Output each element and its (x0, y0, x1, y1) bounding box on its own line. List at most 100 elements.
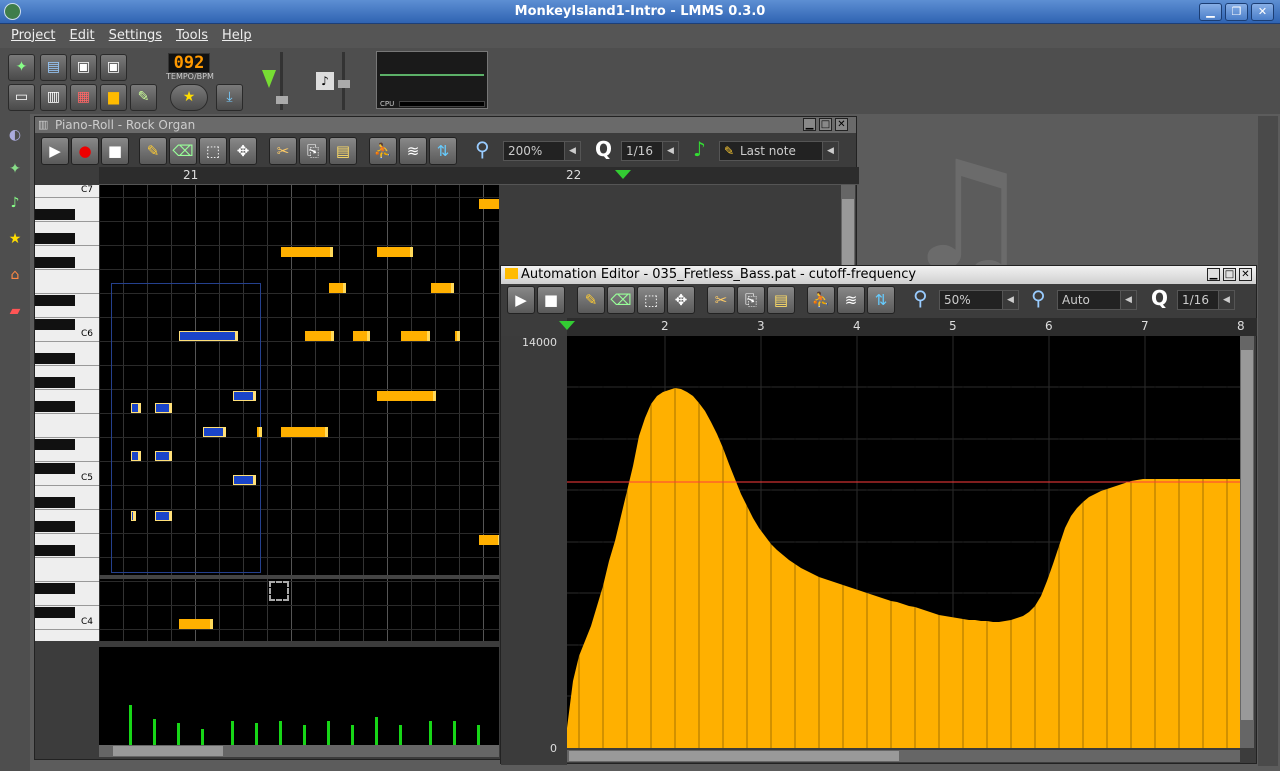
metronome-button[interactable]: ★ (170, 84, 208, 111)
pr-fill-icon[interactable]: ≋ (399, 137, 427, 165)
pr-move-icon[interactable]: ✥ (229, 137, 257, 165)
pr-paste-icon[interactable]: ▤ (329, 137, 357, 165)
note[interactable] (377, 391, 436, 401)
note[interactable] (431, 283, 454, 293)
master-pitch-slider[interactable] (338, 52, 350, 110)
note[interactable] (401, 331, 430, 341)
note[interactable] (479, 199, 499, 209)
new-project-button[interactable]: ✦ (8, 54, 35, 81)
side-instruments-icon[interactable]: ◐ (4, 124, 26, 146)
note[interactable] (257, 427, 262, 437)
position-marker-icon[interactable] (615, 170, 631, 179)
export-button[interactable]: ⤓ (216, 84, 243, 111)
note[interactable] (377, 247, 413, 257)
master-volume-slider[interactable] (276, 52, 288, 110)
open-project-button[interactable]: ▤ (40, 54, 67, 81)
menu-edit[interactable]: Edit (64, 24, 99, 48)
note[interactable] (281, 247, 333, 257)
menu-help[interactable]: Help (217, 24, 257, 48)
pr-play-start-icon[interactable]: ⛹ (369, 137, 397, 165)
save-as-button[interactable]: ▣ (100, 54, 127, 81)
selected-note[interactable] (233, 475, 256, 485)
ae-pencil-icon[interactable]: ✎ (577, 286, 605, 314)
ae-move-icon[interactable]: ✥ (667, 286, 695, 314)
pr-stop-button[interactable]: ■ (101, 137, 129, 165)
note[interactable] (329, 283, 346, 293)
selected-note[interactable] (233, 391, 256, 401)
selected-note[interactable] (203, 427, 226, 437)
song-editor-button[interactable]: ▭ (8, 84, 35, 111)
pr-arrange-icon[interactable]: ⇅ (429, 137, 457, 165)
project-notes-button[interactable]: ▆ (100, 84, 127, 111)
pr-maximize-button[interactable]: □ (819, 118, 832, 131)
ae-close-button[interactable]: ✕ (1239, 268, 1252, 281)
ae-copy-icon[interactable]: ⎘ (737, 286, 765, 314)
side-home-icon[interactable]: ⌂ (4, 264, 26, 286)
pr-record-button[interactable]: ● (71, 137, 99, 165)
pr-zoom-combo[interactable]: 200% ◀ (503, 141, 581, 161)
ae-stop-button[interactable]: ■ (537, 286, 565, 314)
ae-eraser-icon[interactable]: ⌫ (607, 286, 635, 314)
ae-cut-icon[interactable]: ✂ (707, 286, 735, 314)
ae-fill-icon[interactable]: ≋ (837, 286, 865, 314)
pr-close-button[interactable]: ✕ (835, 118, 848, 131)
pr-cut-icon[interactable]: ✂ (269, 137, 297, 165)
workspace-scrollbar[interactable] (1258, 116, 1278, 766)
selected-note[interactable] (155, 451, 172, 461)
note[interactable] (479, 535, 499, 545)
minimize-button[interactable]: ▁ (1199, 3, 1222, 21)
ae-quantize-combo[interactable]: 1/16 ◀ (1177, 290, 1235, 310)
pr-select-icon[interactable]: ⬚ (199, 137, 227, 165)
close-button[interactable]: ✕ (1251, 3, 1274, 21)
pr-copy-icon[interactable]: ⎘ (299, 137, 327, 165)
fx-mixer-button[interactable]: ✎ (130, 84, 157, 111)
ae-zoom-y-combo[interactable]: Auto ◀ (1057, 290, 1137, 310)
ae-zoom-x-combo[interactable]: 50% ◀ (939, 290, 1019, 310)
piano-roll-button[interactable]: ▥ (40, 84, 67, 111)
pr-timeline[interactable]: 21 22 (99, 167, 859, 185)
selected-note[interactable] (155, 403, 172, 413)
maximize-button[interactable]: ❐ (1225, 3, 1248, 21)
position-marker-icon[interactable] (559, 321, 575, 330)
pr-horizontal-scrollbar[interactable] (99, 745, 499, 757)
piano-keyboard[interactable]: C7 C6 C5 C4 (35, 185, 99, 641)
note[interactable] (353, 331, 370, 341)
ae-minimize-button[interactable]: ▁ (1207, 268, 1220, 281)
selected-note[interactable] (155, 511, 172, 521)
side-projects-icon[interactable]: ✦ (4, 158, 26, 180)
ae-arrange-icon[interactable]: ⇅ (867, 286, 895, 314)
velocity-lane[interactable] (99, 647, 499, 747)
ae-timeline[interactable]: 2 3 4 5 6 7 8 (559, 318, 1257, 336)
pr-play-button[interactable]: ▶ (41, 137, 69, 165)
note[interactable] (455, 331, 460, 341)
menu-tools[interactable]: Tools (171, 24, 213, 48)
pr-minimize-button[interactable]: ▁ (803, 118, 816, 131)
ae-maximize-button[interactable]: □ (1223, 268, 1236, 281)
note[interactable] (281, 427, 328, 437)
selected-note[interactable] (131, 511, 136, 521)
menu-settings[interactable]: Settings (104, 24, 167, 48)
selected-note[interactable] (179, 331, 238, 341)
pr-note-length-combo[interactable]: ✎ Last note ◀ (719, 141, 839, 161)
bb-editor-button[interactable]: ▦ (70, 84, 97, 111)
selected-note[interactable] (131, 451, 141, 461)
ae-play-start-icon[interactable]: ⛹ (807, 286, 835, 314)
note[interactable] (305, 331, 334, 341)
ae-vertical-scrollbar[interactable] (1240, 336, 1254, 748)
ae-play-button[interactable]: ▶ (507, 286, 535, 314)
pr-pencil-icon[interactable]: ✎ (139, 137, 167, 165)
pr-eraser-icon[interactable]: ⌫ (169, 137, 197, 165)
ae-paste-icon[interactable]: ▤ (767, 286, 795, 314)
save-project-button[interactable]: ▣ (70, 54, 97, 81)
side-samples-icon[interactable]: ♪ (4, 192, 26, 214)
pr-quantize-combo[interactable]: 1/16 ◀ (621, 141, 679, 161)
note[interactable] (179, 619, 213, 629)
pr-note-grid[interactable] (99, 185, 499, 641)
selected-note[interactable] (131, 403, 141, 413)
ae-select-icon[interactable]: ⬚ (637, 286, 665, 314)
menu-project[interactable]: Project (6, 24, 60, 48)
tempo-lcd[interactable]: 092 (168, 53, 210, 73)
automation-plot[interactable] (567, 336, 1240, 748)
ae-horizontal-scrollbar[interactable] (567, 750, 1240, 762)
side-root-icon[interactable]: ▰ (4, 300, 26, 322)
